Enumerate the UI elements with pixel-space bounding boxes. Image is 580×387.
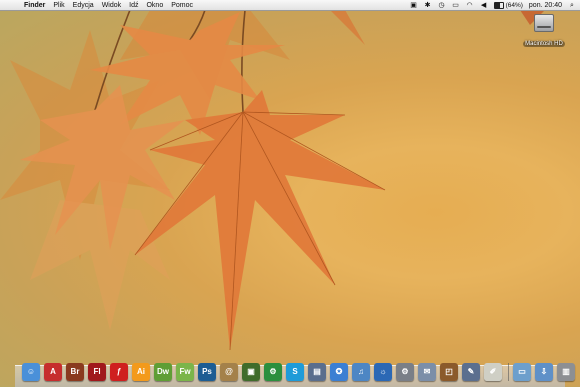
automator-icon[interactable]: ⚙: [264, 363, 282, 381]
menu-bar: Finder Plik Edycja Widok Idź Okno Pomoc …: [0, 0, 580, 11]
mail-icon[interactable]: ✉: [418, 363, 436, 381]
menu-go[interactable]: Idź: [125, 0, 142, 11]
iphoto-icon[interactable]: ▣: [242, 363, 260, 381]
pencil-icon[interactable]: ✎: [462, 363, 480, 381]
bridge-icon[interactable]: Br: [66, 363, 84, 381]
spotlight-icon[interactable]: ⌕: [568, 2, 576, 10]
flash-icon[interactable]: Fl: [88, 363, 106, 381]
display-icon[interactable]: ▭: [452, 2, 460, 10]
menu-edit[interactable]: Edycja: [69, 0, 98, 11]
battery-status[interactable]: (64%): [493, 2, 523, 9]
skype-icon[interactable]: S: [286, 363, 304, 381]
menu-view[interactable]: Widok: [98, 0, 125, 11]
menu-help[interactable]: Pomoc: [167, 0, 197, 11]
dreamweaver-icon[interactable]: Dw: [154, 363, 172, 381]
menu-file[interactable]: Plik: [49, 0, 68, 11]
time-machine-icon[interactable]: ◷: [438, 2, 446, 10]
preview-icon[interactable]: ▤: [308, 363, 326, 381]
safari-icon[interactable]: ✪: [330, 363, 348, 381]
trash-icon[interactable]: ▥: [557, 363, 575, 381]
wifi-icon[interactable]: ◠: [466, 2, 474, 10]
ical-icon[interactable]: ☼: [374, 363, 392, 381]
flash-player-icon[interactable]: ƒ: [110, 363, 128, 381]
macintosh-hd[interactable]: Macintosh HD: [520, 14, 568, 50]
wallpaper: [0, 9, 545, 351]
finder-icon[interactable]: ☺: [22, 363, 40, 381]
acrobat-icon[interactable]: A: [44, 363, 62, 381]
menu-window[interactable]: Okno: [142, 0, 167, 11]
hard-drive-icon: [534, 14, 554, 32]
dock-separator: [508, 363, 509, 381]
top-right-leaf: [330, 10, 545, 45]
dock: ☺ A Br Fl ƒ Ai Dw Fw Ps @ ▣ ⚙ S ▤ ✪ ♫ ☼ ⚙ ✉ ◰ ✎ ✐ ▭ ⇩ ▥: [22, 357, 579, 381]
photoshop-icon[interactable]: Ps: [198, 363, 216, 381]
address-book-icon[interactable]: @: [220, 363, 238, 381]
notes-icon[interactable]: ✐: [484, 363, 502, 381]
downloads-icon[interactable]: ⇩: [535, 363, 553, 381]
illustrator-icon[interactable]: Ai: [132, 363, 150, 381]
battery-percent: (64%): [505, 2, 523, 9]
spaces-icon[interactable]: ▣: [410, 2, 418, 10]
stamp-icon[interactable]: ◰: [440, 363, 458, 381]
menu-finder[interactable]: Finder: [21, 0, 49, 11]
battery-icon: [493, 2, 504, 9]
itunes-icon[interactable]: ♫: [352, 363, 370, 381]
menu-clock[interactable]: pon. 20:40: [529, 2, 562, 9]
macintosh-hd-label: Macintosh HD: [523, 41, 565, 47]
system-preferences-icon[interactable]: ⚙: [396, 363, 414, 381]
fireworks-icon[interactable]: Fw: [176, 363, 194, 381]
volume-icon[interactable]: ◀: [480, 2, 488, 10]
bluetooth-icon[interactable]: ✱: [424, 2, 432, 10]
folder-icon[interactable]: ▭: [513, 363, 531, 381]
